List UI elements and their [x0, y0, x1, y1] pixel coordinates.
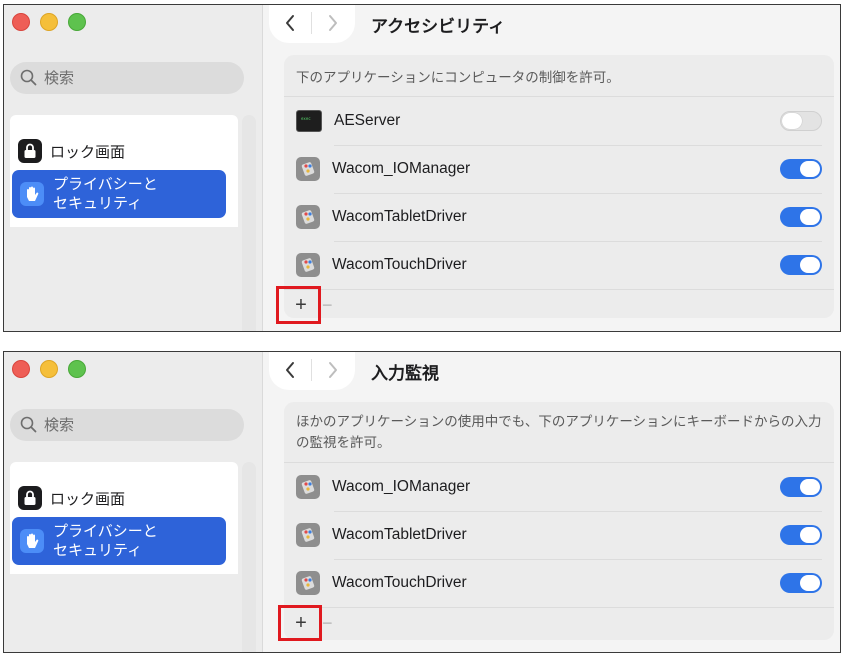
search-field[interactable]	[10, 62, 244, 94]
hand-icon	[20, 182, 44, 206]
wacom-icon	[296, 253, 320, 277]
svg-text:exec: exec	[301, 116, 311, 121]
app-toggle[interactable]	[780, 255, 822, 275]
navigation-buttons	[269, 5, 355, 43]
navigation-buttons	[269, 352, 355, 390]
sidebar-item-lock-screen[interactable]: ロック画面	[18, 139, 125, 163]
row-divider	[334, 241, 822, 242]
app-row: WacomTouchDriver	[284, 559, 834, 607]
app-name: WacomTabletDriver	[332, 526, 467, 543]
toggle-knob	[800, 209, 820, 225]
panel-description: 下のアプリケーションにコンピュータの制御を許可。	[284, 55, 834, 97]
app-name: Wacom_IOManager	[332, 478, 471, 495]
toggle-knob	[782, 113, 802, 129]
lock-icon	[18, 486, 42, 510]
row-divider	[334, 559, 822, 560]
toggle-knob	[800, 161, 820, 177]
sidebar-item-label: プライバシーと セキュリティ	[53, 176, 158, 212]
sidebar-scrollbar[interactable]	[242, 115, 256, 331]
app-name: WacomTouchDriver	[332, 256, 467, 273]
app-name: WacomTabletDriver	[332, 208, 467, 225]
app-toggle[interactable]	[780, 111, 822, 131]
screenshot-input-monitoring: ロック画面 プライバシーと セキュリティ 入力監視 ほかのアプリケーションの使用…	[3, 351, 841, 653]
app-toggle[interactable]	[780, 207, 822, 227]
app-name: WacomTouchDriver	[332, 574, 467, 591]
chevron-right-icon	[329, 15, 337, 31]
terminal-icon: exec	[296, 110, 322, 132]
minimize-button[interactable]	[40, 360, 58, 378]
wacom-icon	[296, 523, 320, 547]
toggle-knob	[800, 575, 820, 591]
page-title: 入力監視	[371, 364, 439, 383]
sidebar-scrollbar[interactable]	[242, 462, 256, 652]
chevron-left-icon	[286, 362, 294, 378]
app-toggle[interactable]	[780, 525, 822, 545]
app-toggle[interactable]	[780, 573, 822, 593]
app-row: WacomTouchDriver	[284, 241, 834, 289]
wacom-icon	[296, 205, 320, 229]
forward-button[interactable]	[312, 5, 354, 43]
hand-icon	[20, 529, 44, 553]
row-divider	[334, 193, 822, 194]
sidebar-list: ロック画面 プライバシーと セキュリティ	[10, 115, 238, 227]
toggle-knob	[800, 527, 820, 543]
remove-app-button[interactable]: −	[322, 613, 333, 634]
list-toolbar: + −	[284, 607, 834, 638]
sidebar-item-label: ロック画面	[50, 490, 126, 508]
close-button[interactable]	[12, 360, 30, 378]
app-list-panel: ほかのアプリケーションの使用中でも、下のアプリケーションにキーボードからの入力の…	[284, 402, 834, 640]
window-controls	[12, 13, 86, 31]
app-toggle[interactable]	[780, 159, 822, 179]
screenshot-accessibility: ロック画面 プライバシーと セキュリティ アクセシビリティ 下のアプリケーション…	[3, 4, 841, 332]
close-button[interactable]	[12, 13, 30, 31]
wacom-icon	[296, 571, 320, 595]
app-row: WacomTabletDriver	[284, 511, 834, 559]
sidebar-item-label: プライバシーと セキュリティ	[53, 523, 158, 559]
sidebar-item-privacy-security[interactable]: プライバシーと セキュリティ	[12, 517, 226, 565]
search-icon	[20, 416, 37, 433]
page-title: アクセシビリティ	[371, 17, 506, 36]
toggle-knob	[800, 257, 820, 273]
forward-button[interactable]	[312, 352, 354, 390]
list-toolbar: + −	[284, 289, 834, 318]
panel-description: ほかのアプリケーションの使用中でも、下のアプリケーションにキーボードからの入力の…	[284, 402, 834, 463]
minimize-button[interactable]	[40, 13, 58, 31]
remove-app-button[interactable]: −	[322, 295, 333, 316]
app-name: AEServer	[334, 112, 401, 129]
wacom-icon	[296, 157, 320, 181]
back-button[interactable]	[269, 5, 311, 43]
row-divider	[334, 511, 822, 512]
lock-icon	[18, 139, 42, 163]
zoom-button[interactable]	[68, 13, 86, 31]
search-icon	[20, 69, 37, 86]
app-row: Wacom_IOManager	[284, 145, 834, 193]
sidebar: ロック画面 プライバシーと セキュリティ	[4, 5, 263, 331]
sidebar-item-lock-screen[interactable]: ロック画面	[18, 486, 125, 510]
search-input[interactable]	[44, 416, 224, 434]
chevron-right-icon	[329, 362, 337, 378]
wacom-icon	[296, 475, 320, 499]
search-input[interactable]	[44, 69, 224, 87]
toggle-knob	[800, 479, 820, 495]
app-toggle[interactable]	[780, 477, 822, 497]
sidebar-item-privacy-security[interactable]: プライバシーと セキュリティ	[12, 170, 226, 218]
sidebar-list: ロック画面 プライバシーと セキュリティ	[10, 462, 238, 574]
zoom-button[interactable]	[68, 360, 86, 378]
app-row: WacomTabletDriver	[284, 193, 834, 241]
back-button[interactable]	[269, 352, 311, 390]
sidebar: ロック画面 プライバシーと セキュリティ	[4, 352, 263, 652]
app-name: Wacom_IOManager	[332, 160, 471, 177]
chevron-left-icon	[286, 15, 294, 31]
highlight-box	[276, 286, 321, 324]
window-controls	[12, 360, 86, 378]
app-row: exec AEServer	[284, 97, 834, 145]
app-row: Wacom_IOManager	[284, 463, 834, 511]
app-list-panel: 下のアプリケーションにコンピュータの制御を許可。 exec AEServer W…	[284, 55, 834, 318]
row-divider	[334, 145, 822, 146]
search-field[interactable]	[10, 409, 244, 441]
sidebar-item-label: ロック画面	[50, 143, 126, 161]
highlight-box	[278, 605, 322, 641]
